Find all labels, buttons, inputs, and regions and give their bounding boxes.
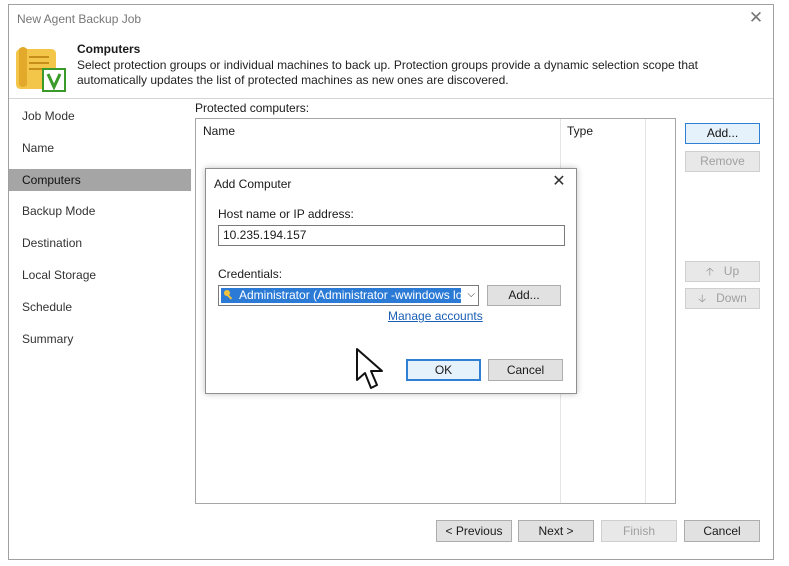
up-label: Up xyxy=(723,264,740,278)
down-label: Down xyxy=(716,291,747,305)
protected-computers-label: Protected computers: xyxy=(195,101,310,115)
nav-item-job-mode[interactable]: Job Mode xyxy=(9,105,191,127)
wizard-steps: Job Mode Name Computers Backup Mode Dest… xyxy=(9,103,191,359)
scroll-checkmark-icon xyxy=(16,47,66,92)
dialog-title: Add Computer xyxy=(214,177,292,191)
nav-item-backup-mode[interactable]: Backup Mode xyxy=(9,200,191,222)
add-computer-button[interactable]: Add... xyxy=(685,123,760,144)
add-computer-dialog: Add Computer ✕ Host name or IP address: … xyxy=(205,168,577,394)
finish-button[interactable]: Finish xyxy=(601,520,677,542)
column-header-type[interactable]: Type xyxy=(560,119,593,143)
dialog-cancel-button[interactable]: Cancel xyxy=(488,359,563,381)
dialog-close-icon[interactable]: ✕ xyxy=(550,173,568,191)
page-description: Select protection groups or individual m… xyxy=(77,58,699,87)
host-input[interactable]: 10.235.194.157 xyxy=(218,225,565,246)
nav-item-local-storage[interactable]: Local Storage xyxy=(9,264,191,286)
manage-accounts-link[interactable]: Manage accounts xyxy=(388,309,483,323)
credentials-label: Credentials: xyxy=(218,267,283,281)
up-button[interactable]: 🡡 Up xyxy=(685,261,760,282)
next-button[interactable]: Next > xyxy=(518,520,594,542)
window-title: New Agent Backup Job xyxy=(17,12,142,26)
down-arrow-icon: 🡣 xyxy=(698,293,707,305)
wizard-header: Computers Select protection groups or in… xyxy=(9,33,773,99)
credentials-select[interactable]: Administrator (Administrator -wwindows l… xyxy=(218,285,479,306)
nav-item-destination[interactable]: Destination xyxy=(9,232,191,254)
nav-item-schedule[interactable]: Schedule xyxy=(9,296,191,318)
chevron-down-icon: ⌵ xyxy=(467,289,475,300)
remove-button[interactable]: Remove xyxy=(685,151,760,172)
cancel-button[interactable]: Cancel xyxy=(684,520,760,542)
key-icon xyxy=(224,290,233,300)
title-bar: New Agent Backup Job ✕ xyxy=(9,5,773,33)
down-button[interactable]: 🡣 Down xyxy=(685,288,760,309)
nav-item-summary[interactable]: Summary xyxy=(9,328,191,350)
page-title: Computers xyxy=(77,42,141,56)
close-icon[interactable]: ✕ xyxy=(747,9,765,27)
previous-button[interactable]: < Previous xyxy=(436,520,512,542)
ok-button[interactable]: OK xyxy=(406,359,481,381)
nav-item-name[interactable]: Name xyxy=(9,137,191,159)
host-label: Host name or IP address: xyxy=(218,207,354,221)
column-header-name[interactable]: Name xyxy=(196,119,235,143)
nav-item-computers[interactable]: Computers xyxy=(9,168,191,191)
mouse-pointer-icon xyxy=(356,348,383,389)
add-credentials-button[interactable]: Add... xyxy=(487,285,561,306)
credentials-selected-value: Administrator (Administrator -wwindows l… xyxy=(221,288,461,303)
column-divider xyxy=(645,119,646,503)
up-arrow-icon: 🡡 xyxy=(705,266,714,278)
